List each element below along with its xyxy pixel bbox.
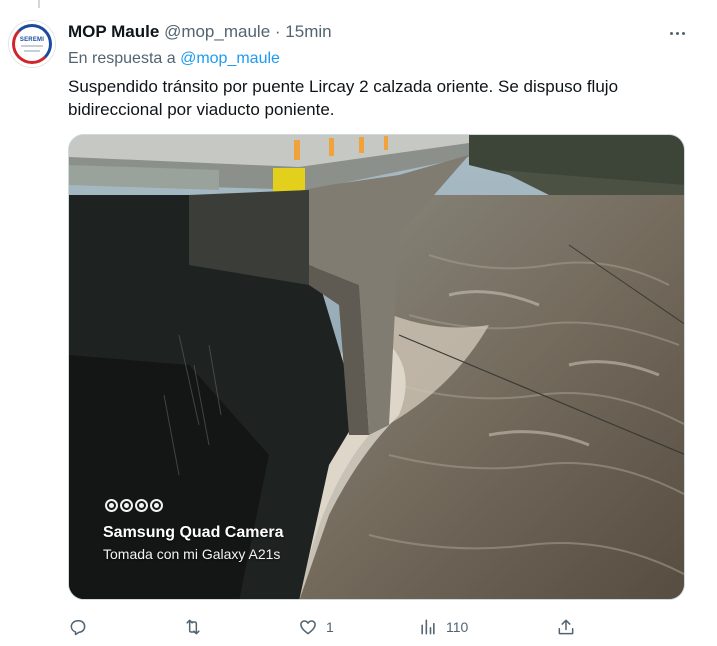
views-icon <box>421 619 435 635</box>
avatar-ring <box>12 24 52 64</box>
camera-watermark-title: Samsung Quad Camera <box>103 524 284 541</box>
tweet-header: MOP Maule @mop_maule · 15min <box>68 22 677 42</box>
avatar-line <box>21 45 43 47</box>
camera-lens-icon <box>150 499 163 512</box>
avatar[interactable]: SEREMI <box>8 20 56 68</box>
retweet-button[interactable] <box>183 612 211 642</box>
like-count: 1 <box>326 619 334 635</box>
avatar-label: SEREMI <box>19 37 45 43</box>
tweet-time[interactable]: 15min <box>285 22 331 41</box>
views-button[interactable]: 110 <box>418 612 468 642</box>
share-button[interactable] <box>556 612 576 642</box>
thread-connector-line <box>38 0 40 8</box>
reply-context: En respuesta a @mop_maule <box>68 50 280 68</box>
reply-handle-link[interactable]: @mop_maule <box>180 50 280 67</box>
camera-lens-icon <box>105 499 118 512</box>
camera-lens-icon <box>120 499 133 512</box>
camera-watermark-subtitle: Tomada con mi Galaxy A21s <box>103 546 281 562</box>
more-icon[interactable] <box>665 24 689 42</box>
retweet-icon <box>186 619 200 635</box>
tweet-text: Suspendido tránsito por puente Lircay 2 … <box>68 77 619 119</box>
avatar-line <box>24 50 40 52</box>
like-button[interactable]: 1 <box>298 612 334 642</box>
camera-lens-icons <box>105 499 163 512</box>
tweet-photo[interactable]: Samsung Quad Camera Tomada con mi Galaxy… <box>68 134 685 600</box>
camera-lens-icon <box>135 499 148 512</box>
tweet-actions: 1 110 <box>68 612 588 642</box>
views-count: 110 <box>446 619 469 635</box>
share-icon <box>558 619 574 635</box>
reply-prefix: En respuesta a <box>68 50 176 67</box>
separator-dot: · <box>274 22 281 41</box>
author-handle[interactable]: @mop_maule <box>164 22 270 41</box>
heart-icon <box>300 620 316 635</box>
reply-icon <box>70 620 86 636</box>
author-name[interactable]: MOP Maule <box>68 22 159 41</box>
reply-button[interactable] <box>68 612 96 642</box>
